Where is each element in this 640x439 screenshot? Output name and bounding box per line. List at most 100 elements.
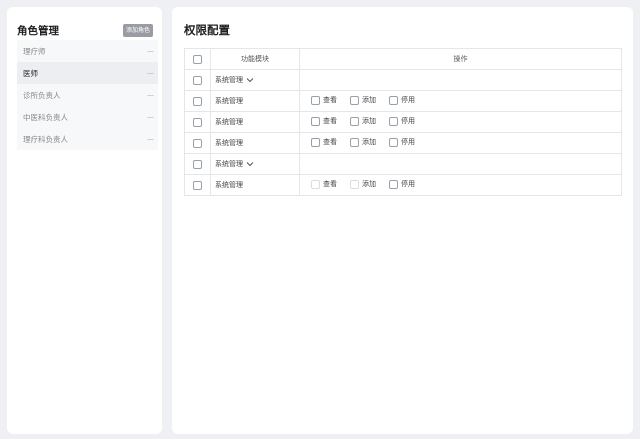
operation-checkbox: [311, 179, 320, 189]
operation-checkbox[interactable]: [311, 95, 320, 105]
operation-option[interactable]: 添加: [350, 116, 376, 126]
operation-label: 查看: [323, 138, 337, 147]
operation-label: 停用: [401, 117, 415, 126]
module-cell: 系统管理: [210, 90, 300, 112]
row-checkbox[interactable]: [193, 96, 202, 106]
operations-cell: [299, 153, 622, 175]
table-row: 系统管理 查看 添加 停用: [184, 132, 622, 154]
module-cell: 系统管理: [210, 132, 300, 154]
table-header-row: 功能模块 操作: [184, 48, 622, 70]
role-item-dash: —: [147, 113, 154, 121]
role-panel-header: 角色管理 添加角色: [17, 22, 153, 38]
row-checkbox-cell: [184, 69, 211, 91]
header-module: 功能模块: [210, 48, 300, 70]
operation-checkbox[interactable]: [350, 116, 359, 126]
row-checkbox[interactable]: [193, 180, 202, 190]
select-all-checkbox[interactable]: [193, 54, 202, 64]
operation-checkbox[interactable]: [350, 137, 359, 147]
operation-option: 查看: [311, 179, 337, 189]
operation-checkbox[interactable]: [311, 137, 320, 147]
chevron-down-icon[interactable]: [246, 77, 254, 83]
table-group-row: 系统管理: [184, 69, 622, 91]
operation-label: 查看: [323, 180, 337, 189]
role-list: 理疗师 — 医师 — 诊所负责人 — 中医科负责人 — 理疗科负责人 —: [17, 40, 158, 150]
role-item[interactable]: 理疗师 —: [17, 40, 158, 62]
role-item-label: 医师: [23, 68, 38, 78]
operations-cell: [299, 69, 622, 91]
module-cell[interactable]: 系统管理: [210, 153, 300, 175]
operation-option[interactable]: 查看: [311, 95, 337, 105]
operation-checkbox[interactable]: [389, 179, 398, 189]
operations-cell: 查看 添加 停用: [299, 90, 622, 112]
operation-label: 添加: [362, 96, 376, 105]
operation-checkbox[interactable]: [389, 95, 398, 105]
module-cell[interactable]: 系统管理: [210, 69, 300, 91]
operation-option[interactable]: 停用: [389, 137, 415, 147]
operation-checkbox: [350, 179, 359, 189]
operation-option[interactable]: 停用: [389, 95, 415, 105]
permission-table: 功能模块 操作 系统管理 系统管理 查看 添加 停用 系统管理 查看 添加 停用 系统管理 查看 添加…: [184, 48, 622, 196]
operation-label: 停用: [401, 180, 415, 189]
header-checkbox-cell: [184, 48, 211, 70]
permission-table-body: 系统管理 系统管理 查看 添加 停用 系统管理 查看 添加 停用 系统管理 查看 添加 停用 系统管理 系统…: [184, 69, 622, 196]
operation-checkbox[interactable]: [389, 116, 398, 126]
module-label: 系统管理: [215, 76, 243, 84]
table-group-row: 系统管理: [184, 153, 622, 175]
operation-checkbox[interactable]: [311, 116, 320, 126]
module-label: 系统管理: [215, 181, 243, 189]
module-cell: 系统管理: [210, 111, 300, 133]
role-item[interactable]: 理疗科负责人 —: [17, 128, 158, 150]
role-item-dash: —: [147, 69, 154, 77]
row-checkbox-cell: [184, 132, 211, 154]
role-item-dash: —: [147, 135, 154, 143]
operation-checkbox[interactable]: [389, 137, 398, 147]
operation-option[interactable]: 添加: [350, 95, 376, 105]
row-checkbox-cell: [184, 153, 211, 175]
operation-option[interactable]: 停用: [389, 116, 415, 126]
operations-cell: 查看 添加 停用: [299, 132, 622, 154]
role-item[interactable]: 中医科负责人 —: [17, 106, 158, 128]
operation-label: 停用: [401, 138, 415, 147]
module-label: 系统管理: [215, 139, 243, 147]
table-row: 系统管理 查看 添加 停用: [184, 90, 622, 112]
header-operations: 操作: [299, 48, 622, 70]
role-item-label: 理疗师: [23, 46, 46, 56]
chevron-down-icon[interactable]: [246, 161, 254, 167]
operation-label: 添加: [362, 117, 376, 126]
module-label: 系统管理: [215, 118, 243, 126]
operation-label: 停用: [401, 96, 415, 105]
operation-checkbox[interactable]: [350, 95, 359, 105]
operation-option[interactable]: 查看: [311, 137, 337, 147]
row-checkbox-cell: [184, 90, 211, 112]
module-label: 系统管理: [215, 97, 243, 105]
operation-option[interactable]: 查看: [311, 116, 337, 126]
operation-label: 添加: [362, 138, 376, 147]
module-label: 系统管理: [215, 160, 243, 168]
role-item-dash: —: [147, 91, 154, 99]
row-checkbox[interactable]: [193, 75, 202, 85]
permission-panel: 权限配置 功能模块 操作 系统管理 系统管理 查看 添加 停用 系统管理 查看 添加 停用 系统管…: [172, 7, 633, 434]
add-role-button[interactable]: 添加角色: [122, 23, 153, 37]
row-checkbox[interactable]: [193, 117, 202, 127]
role-panel-title: 角色管理: [17, 24, 59, 37]
page-title: 权限配置: [184, 23, 230, 37]
table-row: 系统管理 查看 添加 停用: [184, 174, 622, 196]
module-cell: 系统管理: [210, 174, 300, 196]
row-checkbox[interactable]: [193, 138, 202, 148]
operation-option: 添加: [350, 179, 376, 189]
role-item-dash: —: [147, 47, 154, 55]
row-checkbox[interactable]: [193, 159, 202, 169]
role-panel: 角色管理 添加角色 理疗师 — 医师 — 诊所负责人 — 中医科负责人 — 理疗…: [7, 7, 162, 434]
role-item-label: 中医科负责人: [23, 112, 68, 122]
role-item-label: 诊所负责人: [23, 90, 61, 100]
role-item[interactable]: 医师 —: [17, 62, 158, 84]
operation-label: 查看: [323, 96, 337, 105]
operations-cell: 查看 添加 停用: [299, 174, 622, 196]
table-row: 系统管理 查看 添加 停用: [184, 111, 622, 133]
role-item-label: 理疗科负责人: [23, 134, 68, 144]
operation-label: 添加: [362, 180, 376, 189]
role-item[interactable]: 诊所负责人 —: [17, 84, 158, 106]
operation-option[interactable]: 停用: [389, 179, 415, 189]
operations-cell: 查看 添加 停用: [299, 111, 622, 133]
operation-option[interactable]: 添加: [350, 137, 376, 147]
